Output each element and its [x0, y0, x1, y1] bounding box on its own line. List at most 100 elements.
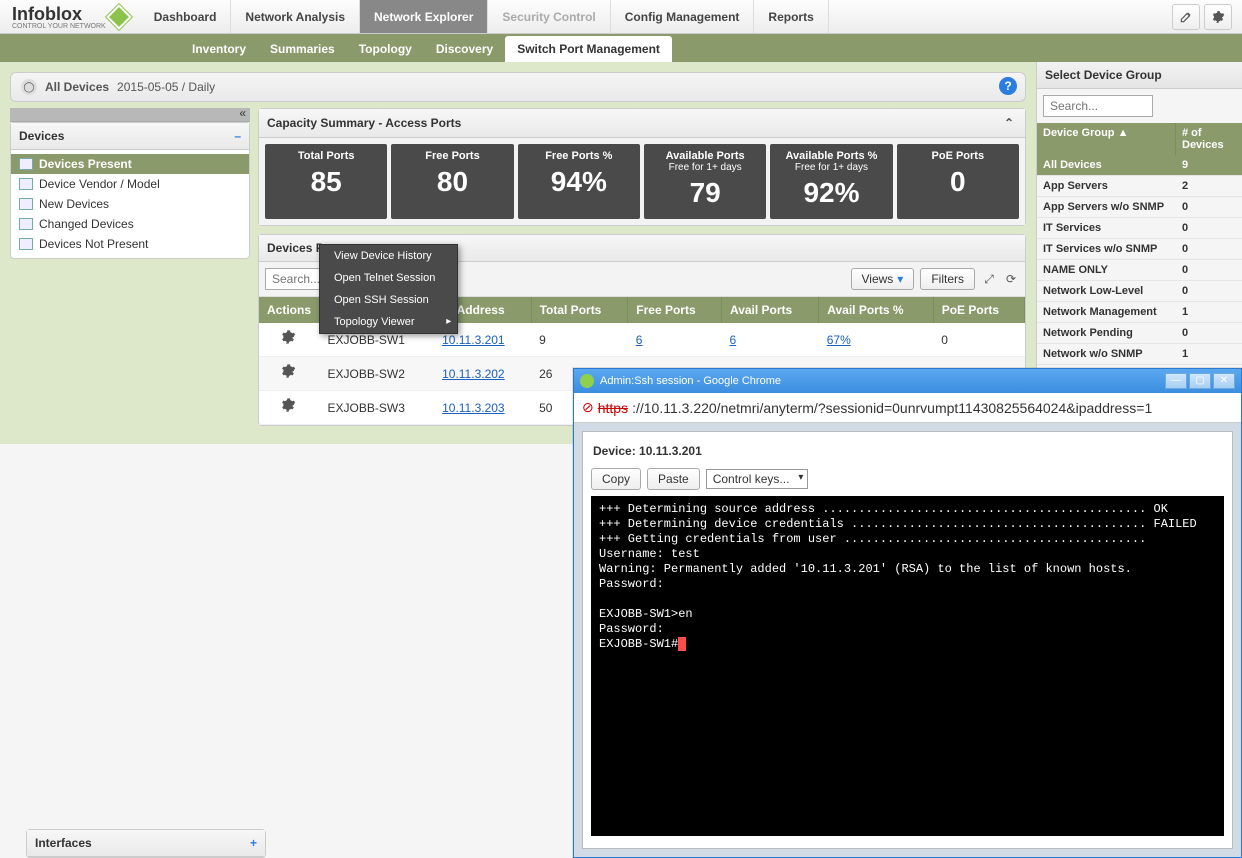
group-row[interactable]: All Devices9 [1037, 155, 1242, 176]
group-row[interactable]: Network Pending0 [1037, 323, 1242, 344]
rail-col-count[interactable]: # of Devices [1176, 123, 1242, 155]
list-icon [19, 198, 33, 210]
capacity-card: Available Ports %Free for 1+ days92% [770, 144, 892, 219]
breadcrumb-detail: 2015-05-05 / Daily [117, 80, 215, 94]
capacity-summary-panel: Capacity Summary - Access Ports ⌃ Total … [258, 108, 1026, 226]
expand-icon[interactable]: ⤢ [981, 271, 997, 287]
group-search-input[interactable] [1043, 95, 1153, 117]
collapse-icon[interactable]: – [234, 129, 241, 143]
top-tab-config-management[interactable]: Config Management [611, 0, 755, 33]
sub-tab-inventory[interactable]: Inventory [180, 36, 258, 62]
list-icon [19, 238, 33, 250]
help-icon[interactable]: ? [999, 77, 1017, 95]
capacity-card: Free Ports %94% [518, 144, 640, 219]
control-keys-select[interactable]: Control keys... [706, 469, 809, 489]
paste-button[interactable]: Paste [647, 468, 700, 490]
total-ports: 9 [531, 323, 628, 357]
url-text: ://10.11.3.220/netmri/anyterm/?sessionid… [632, 400, 1152, 416]
group-row[interactable]: App Servers2 [1037, 176, 1242, 197]
top-tab-reports[interactable]: Reports [754, 0, 828, 33]
ssh-terminal[interactable]: +++ Determining source address .........… [591, 496, 1224, 836]
menu-item-open-telnet-session[interactable]: Open Telnet Session [320, 267, 457, 289]
collapse-up-icon[interactable]: ⌃ [1001, 115, 1017, 131]
tree-item-changed-devices[interactable]: Changed Devices [11, 214, 249, 234]
top-tab-network-analysis[interactable]: Network Analysis [231, 0, 360, 33]
close-button[interactable]: ✕ [1213, 373, 1235, 389]
top-tab-network-explorer[interactable]: Network Explorer [360, 0, 488, 33]
capacity-card: Free Ports80 [391, 144, 513, 219]
sub-tab-topology[interactable]: Topology [347, 36, 424, 62]
col-header[interactable]: Total Ports [531, 297, 628, 323]
https-warning-icon: ⊘ [582, 399, 594, 416]
sub-tab-switch-port-management[interactable]: Switch Port Management [505, 36, 672, 62]
breadcrumb: ◯ All Devices 2015-05-05 / Daily ? [10, 72, 1026, 102]
filters-button[interactable]: Filters [920, 268, 975, 290]
col-header[interactable]: Avail Ports [721, 297, 818, 323]
window-title: Admin:Ssh session - Google Chrome [600, 375, 781, 387]
group-row[interactable]: IT Services0 [1037, 218, 1242, 239]
window-icon [580, 374, 594, 388]
menu-item-view-device-history[interactable]: View Device History [320, 245, 457, 267]
device-context-menu: View Device HistoryOpen Telnet SessionOp… [319, 244, 458, 334]
top-tab-dashboard[interactable]: Dashboard [140, 0, 232, 33]
group-row[interactable]: Network w/o SNMP1 [1037, 344, 1242, 365]
settings-gear-icon[interactable] [1204, 4, 1232, 30]
brand-tagline: CONTROL YOUR NETWORK [12, 23, 106, 30]
group-row[interactable]: App Servers w/o SNMP0 [1037, 197, 1242, 218]
avail-ports-link[interactable]: 6 [729, 333, 736, 347]
terminal-cursor [678, 637, 686, 651]
group-row[interactable]: NAME ONLY0 [1037, 260, 1242, 281]
address-bar[interactable]: ⊘ https://10.11.3.220/netmri/anyterm/?se… [574, 393, 1241, 423]
tree-item-devices-not-present[interactable]: Devices Not Present [11, 234, 249, 254]
sub-tab-summaries[interactable]: Summaries [258, 36, 347, 62]
row-gear-icon[interactable] [280, 363, 298, 381]
secondary-nav: InventorySummariesTopologyDiscoverySwitc… [0, 34, 1242, 62]
poe-ports: 0 [933, 323, 1024, 357]
device-name: EXJOBB-SW2 [320, 357, 435, 391]
top-toolbar: Infoblox CONTROL YOUR NETWORK DashboardN… [0, 0, 1242, 34]
collapse-handle[interactable]: « [10, 108, 250, 122]
row-gear-icon[interactable] [280, 329, 298, 347]
top-tab-security-control: Security Control [488, 0, 610, 33]
tree-item-new-devices[interactable]: New Devices [11, 194, 249, 214]
device-ip-link[interactable]: 10.11.3.201 [442, 333, 505, 347]
minimize-button[interactable]: — [1165, 373, 1187, 389]
capacity-title: Capacity Summary - Access Ports [267, 116, 461, 130]
device-ip-link[interactable]: 10.11.3.203 [442, 401, 505, 415]
brand-name: Infoblox [12, 4, 106, 25]
col-header[interactable]: Free Ports [628, 297, 722, 323]
menu-item-topology-viewer[interactable]: Topology Viewer▸ [320, 311, 457, 333]
free-ports-link[interactable]: 6 [636, 333, 643, 347]
devices-tree-panel: Devices – Devices PresentDevice Vendor /… [10, 122, 250, 259]
refresh-icon[interactable]: ⟳ [1003, 271, 1019, 287]
rail-title: Select Device Group [1037, 62, 1242, 89]
group-row[interactable]: Network Management1 [1037, 302, 1242, 323]
row-gear-icon[interactable] [280, 397, 298, 415]
brand-mark-icon [106, 4, 131, 29]
devices-panel-title: Devices [19, 129, 64, 143]
avail-ports-pct-link[interactable]: 67% [827, 333, 851, 347]
sub-tab-discovery[interactable]: Discovery [424, 36, 505, 62]
tree-item-devices-present[interactable]: Devices Present [11, 154, 249, 174]
tree-item-device-vendor-model[interactable]: Device Vendor / Model [11, 174, 249, 194]
device-name: EXJOBB-SW3 [320, 391, 435, 425]
group-row[interactable]: IT Services w/o SNMP0 [1037, 239, 1242, 260]
tools-icon[interactable] [1172, 4, 1200, 30]
group-row[interactable]: Network Low-Level0 [1037, 281, 1242, 302]
window-titlebar[interactable]: Admin:Ssh session - Google Chrome — ▢ ✕ [574, 369, 1241, 393]
maximize-button[interactable]: ▢ [1189, 373, 1211, 389]
device-label: Device: 10.11.3.201 [591, 440, 1224, 468]
col-header[interactable]: Avail Ports % [819, 297, 933, 323]
capacity-card: Available PortsFree for 1+ days79 [644, 144, 766, 219]
interfaces-panel-title: Interfaces [35, 836, 92, 850]
scope-icon: ◯ [21, 79, 37, 95]
rail-col-group[interactable]: Device Group ▲ [1037, 123, 1176, 155]
primary-nav: DashboardNetwork AnalysisNetwork Explore… [140, 0, 829, 33]
col-header[interactable]: Actions [259, 297, 320, 323]
col-header[interactable]: PoE Ports [933, 297, 1024, 323]
add-icon[interactable]: + [250, 836, 257, 850]
menu-item-open-ssh-session[interactable]: Open SSH Session [320, 289, 457, 311]
copy-button[interactable]: Copy [591, 468, 641, 490]
views-button[interactable]: Views ▾ [851, 268, 915, 290]
device-ip-link[interactable]: 10.11.3.202 [442, 367, 505, 381]
